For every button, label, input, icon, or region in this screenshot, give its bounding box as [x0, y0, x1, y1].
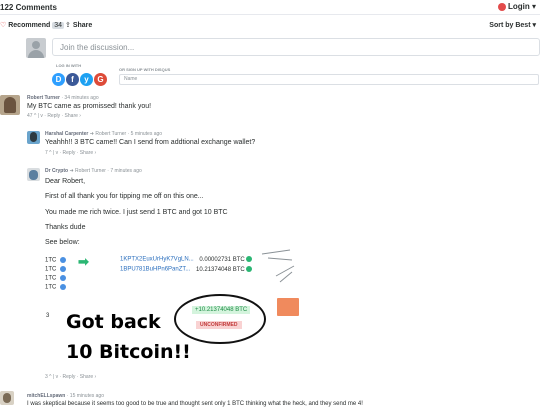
- timestamp[interactable]: 15 minutes ago: [70, 393, 104, 399]
- share-button[interactable]: ⇪ Share: [65, 21, 92, 29]
- share-icon: ⇪: [65, 22, 71, 29]
- orange-button: [277, 298, 299, 316]
- login-with-label: LOG IN WITH: [56, 63, 82, 68]
- comment-text: I was skeptical because it seems too goo…: [27, 401, 363, 407]
- share-label: Share: [72, 22, 93, 29]
- avatar-face-icon: [3, 393, 11, 403]
- embed-left-label: 1TC: [45, 257, 67, 264]
- comment-actions[interactable]: 3 ^ | v · Reply · Share ›: [45, 374, 96, 380]
- recommend-button[interactable]: ♡ Recommend 34: [0, 21, 64, 29]
- scribble-marks: [261, 249, 295, 283]
- name-input[interactable]: Name: [119, 74, 539, 85]
- composer-input[interactable]: Join the discussion...: [52, 38, 540, 56]
- recommend-count: 34: [52, 22, 64, 29]
- embed-left-label: 1TC: [45, 284, 67, 291]
- author-name[interactable]: mitchELLspawn: [27, 393, 65, 399]
- avatar-harshal[interactable]: [27, 131, 40, 144]
- comment-line: See below:: [45, 239, 80, 246]
- highlight-ellipse: [174, 294, 266, 344]
- separator: ·: [61, 95, 64, 101]
- crypto-icon: [60, 275, 67, 281]
- avatar-drcrypto[interactable]: [27, 168, 40, 181]
- divider-header: [0, 14, 540, 15]
- author-name[interactable]: Harshal Carpenter: [45, 131, 88, 137]
- author-name[interactable]: Robert Turner: [27, 95, 60, 101]
- tx-amount: 0.00002731 BTC: [199, 256, 245, 263]
- comment-line: First of all thank you for tipping me of…: [45, 193, 204, 200]
- overlay-text-line2: 10 Bitcoin!!: [66, 341, 191, 363]
- tx-row: 1BPU781BuHPn6PanZT... 10.21374048 BTC: [120, 266, 253, 273]
- signup-label: OR SIGN UP WITH DISQUS: [119, 67, 171, 72]
- avatar-face-icon: [30, 132, 37, 142]
- reply-arrow-icon: ➜: [89, 131, 94, 137]
- comment-text: Yeahhh!! 3 BTC came!! Can I send from ad…: [45, 139, 256, 146]
- sort-label: Sort by Best: [489, 22, 531, 29]
- chevron-down-icon: ▾: [531, 2, 536, 11]
- comment-actions[interactable]: 47 ^ | v · Reply · Share ›: [27, 113, 81, 119]
- tx-hash[interactable]: 1BPU781BuHPn6PanZT...: [120, 267, 190, 273]
- plus-icon: [246, 266, 253, 272]
- tx-row: 1KPTX2EuxUrHyK7VgLN... 0.00002731 BTC: [120, 256, 253, 263]
- comment-line: Dear Robert,: [45, 178, 86, 185]
- timestamp[interactable]: 34 minutes ago: [64, 95, 98, 101]
- heart-icon: ♡: [0, 22, 7, 29]
- comment-line: You made me rich twice. I just send 1 BT…: [45, 209, 228, 216]
- timestamp[interactable]: 7 minutes ago: [110, 168, 141, 174]
- author-name[interactable]: Dr Crypto: [45, 168, 68, 174]
- crypto-icon: [60, 284, 67, 290]
- google-icon[interactable]: G: [94, 73, 107, 86]
- avatar-mitchell[interactable]: [0, 391, 14, 405]
- avatar-face-icon: [29, 170, 38, 180]
- twitter-icon[interactable]: y: [80, 73, 93, 86]
- facebook-icon[interactable]: f: [66, 73, 79, 86]
- reply-to[interactable]: Robert Turner: [75, 168, 106, 174]
- disqus-icon[interactable]: D: [52, 73, 65, 86]
- tx-amount: 10.21374048 BTC: [196, 266, 245, 273]
- comment-header-harshal: Harshal Carpenter ➜ Robert Turner · 5 mi…: [45, 131, 162, 137]
- avatar-robert[interactable]: [0, 95, 20, 115]
- crypto-icon: [60, 257, 67, 263]
- separator: ·: [66, 393, 69, 399]
- timestamp[interactable]: 5 minutes ago: [131, 131, 162, 137]
- embed-left-label: 1TC: [45, 266, 67, 273]
- embed-digit: 3: [46, 313, 50, 319]
- tx-hash[interactable]: 1KPTX2EuxUrHyK7VgLN...: [120, 257, 194, 263]
- plus-icon: [246, 256, 253, 262]
- composer-avatar: [26, 38, 46, 58]
- recommend-label: Recommend: [8, 22, 51, 29]
- separator: ·: [127, 131, 130, 137]
- crypto-icon: [60, 266, 67, 272]
- login-menu[interactable]: Login ▾: [497, 2, 536, 11]
- comment-actions[interactable]: 7 ^ | v · Reply · Share ›: [45, 150, 96, 156]
- login-badge-icon: [497, 2, 506, 11]
- login-label: Login: [507, 2, 530, 11]
- separator: ·: [107, 168, 109, 174]
- avatar-face-icon: [4, 97, 16, 113]
- comment-header-drcrypto: Dr Crypto ➜ Robert Turner · 7 minutes ag…: [45, 168, 142, 174]
- overlay-text-line1: Got back: [66, 311, 161, 333]
- reply-to[interactable]: Robert Turner: [95, 131, 126, 137]
- comment-text: My BTC came as promissed! thank you!: [27, 103, 152, 110]
- transfer-arrow-icon: ➡: [78, 254, 89, 269]
- sort-dropdown[interactable]: Sort by Best ▾: [489, 21, 536, 29]
- comment-line: Thanks dude: [45, 224, 86, 231]
- comment-header-robert: Robert Turner · 34 minutes ago: [27, 95, 99, 101]
- embed-left-label: 1TC: [45, 275, 67, 282]
- reply-arrow-icon: ➜: [69, 168, 74, 174]
- comment-header-mitchell: mitchELLspawn · 15 minutes ago: [27, 393, 104, 399]
- chevron-down-icon: ▾: [532, 22, 536, 29]
- comments-count: 122 Comments: [0, 3, 57, 12]
